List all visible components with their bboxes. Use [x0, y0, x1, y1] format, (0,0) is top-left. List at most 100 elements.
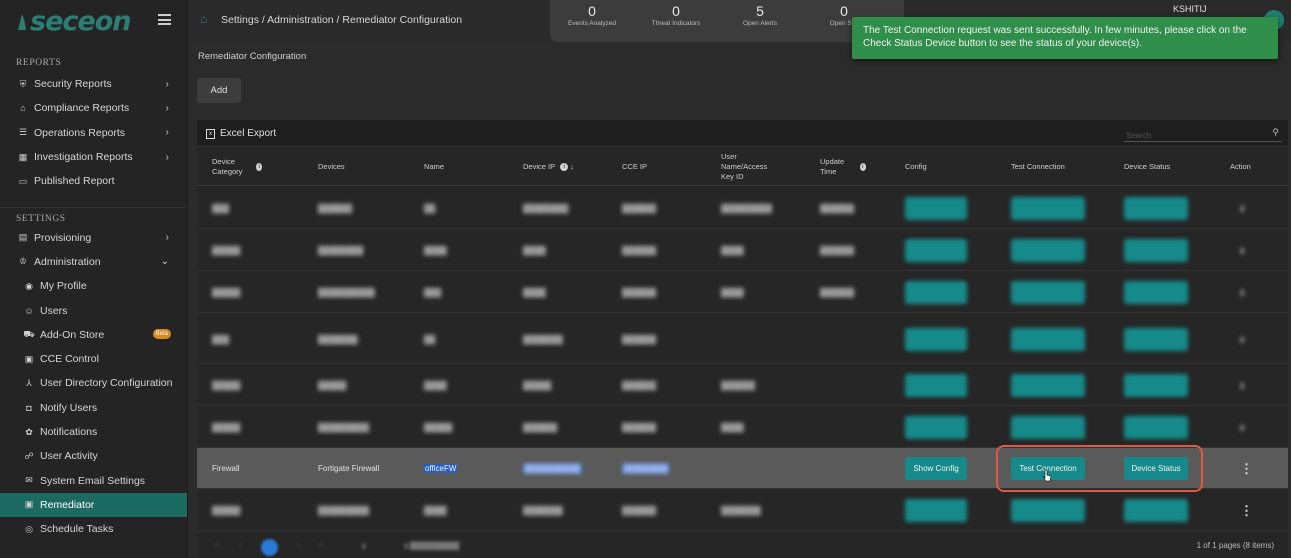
next-page-icon[interactable]: › [297, 542, 299, 549]
annotation-highlight [996, 445, 1203, 492]
table-row[interactable]: ███ ███████ ██ ███████ ██████ ▮ [197, 314, 1288, 364]
chevron-right-icon: › [165, 151, 169, 163]
device-status-button[interactable] [1124, 281, 1188, 304]
sidebar-item-schedule-tasks[interactable]: ◎ Schedule Tasks [0, 517, 187, 541]
table-row[interactable]: █████ █████████ ████ ███████ ██████ ████… [197, 490, 1288, 531]
table-row[interactable]: █████ ██████████ ███ ████ ██████ ████ ██… [197, 272, 1288, 313]
device-status-button[interactable] [1124, 239, 1188, 262]
home-icon[interactable]: ⌂ [200, 12, 212, 26]
sidebar-item-security-reports[interactable]: ⛨ Security Reports › [0, 72, 187, 96]
stat-value: 0 [672, 3, 680, 19]
sidebar-item-label: Compliance Reports [34, 102, 130, 115]
device-status-button[interactable] [1124, 499, 1188, 522]
device-status-button[interactable] [1124, 374, 1188, 397]
device-status-button[interactable] [1124, 416, 1188, 439]
search-input[interactable] [1124, 127, 1264, 144]
test-connection-button[interactable] [1011, 197, 1085, 220]
sidebar-item-notifications[interactable]: ✿ Notifications [0, 420, 187, 444]
excel-export-button[interactable]: x Excel Export [206, 128, 276, 139]
search-icon[interactable]: ⚲ [1272, 127, 1279, 138]
test-connection-button[interactable] [1011, 281, 1085, 304]
show-config-button[interactable]: Show Config [905, 457, 967, 480]
sidebar-item-provisioning[interactable]: ▤ Provisioning › [0, 225, 187, 249]
table-row[interactable]: █████ █████ ████ █████ ██████ ██████ ▮ [197, 365, 1288, 406]
sidebar-item-published-report[interactable]: ▭ Published Report [0, 169, 187, 193]
test-connection-button[interactable] [1011, 499, 1085, 522]
sidebar-item-cce-control[interactable]: ▣ CCE Control [0, 347, 187, 371]
cell-blurred: ████ [721, 423, 744, 432]
column-label: CCE IP [622, 162, 648, 171]
sidebar-item-operations-reports[interactable]: ☰ Operations Reports › [0, 121, 187, 145]
more-options-icon[interactable]: ⋮ [1240, 448, 1253, 489]
column-device-ip[interactable]: Device IP i ↓ [523, 148, 574, 186]
menu-toggle-icon[interactable] [158, 14, 171, 25]
column-cce-ip[interactable]: CCE IP [622, 148, 647, 186]
stat-open-alerts[interactable]: 5 Open Alerts [718, 0, 802, 42]
cell-name: officeFW [424, 464, 458, 473]
show-config-button[interactable] [905, 374, 967, 397]
stat-label: Events Analyzed [567, 20, 617, 27]
cell-device-ip: ██████████ [523, 464, 582, 473]
kebab-icon[interactable]: ▮ [1240, 407, 1244, 448]
prev-page-icon[interactable]: ‹ [239, 542, 241, 549]
sidebar-item-label: Provisioning [34, 231, 92, 244]
sidebar-item-my-profile[interactable]: ◉ My Profile [0, 274, 187, 298]
show-config-button[interactable] [905, 197, 967, 220]
column-update-time[interactable]: Update Time i [820, 148, 866, 186]
column-action[interactable]: Action [1230, 148, 1251, 186]
show-config-button[interactable] [905, 239, 967, 262]
sidebar-item-investigation-reports[interactable]: ▦ Investigation Reports › [0, 145, 187, 169]
table-row[interactable]: █████ ████████ ████ ████ ██████ ████ ███… [197, 230, 1288, 271]
device-status-button[interactable] [1124, 327, 1188, 351]
show-config-button[interactable] [905, 281, 967, 304]
page-1-button[interactable] [261, 539, 278, 556]
sidebar-item-system-email-settings[interactable]: ✉ System Email Settings [0, 468, 187, 492]
pagination: « ‹ › » ▮ ▮ ██████████ 1 of 1 pages (8 i… [197, 538, 1288, 558]
column-devices[interactable]: Devices [318, 148, 345, 186]
cell-blurred: █████ [424, 423, 453, 432]
sidebar-item-users[interactable]: ☺ Users [0, 298, 187, 322]
remediator-icon: ▣ [24, 499, 34, 510]
table-toolbar: x Excel Export ⚲ [197, 120, 1288, 147]
email-icon: ✉ [25, 475, 33, 486]
kebab-icon[interactable]: ▮ [1240, 314, 1244, 364]
kebab-icon[interactable]: ▮ [1240, 272, 1244, 313]
kebab-icon[interactable]: ▮ [1240, 230, 1244, 271]
test-connection-button[interactable] [1011, 239, 1085, 262]
sidebar-item-notify-users[interactable]: ◘ Notify Users [0, 396, 187, 420]
last-page-icon[interactable]: » [319, 542, 323, 549]
user-name[interactable]: KSHITIJ [1173, 4, 1207, 14]
stat-value: 0 [588, 3, 596, 19]
table-row[interactable]: ███ ██████ ██ ████████ ██████ █████████ … [197, 188, 1288, 229]
device-status-button[interactable] [1124, 197, 1188, 220]
column-test-connection[interactable]: Test Connection [1011, 148, 1065, 186]
test-connection-button[interactable] [1011, 416, 1085, 439]
page-size-select[interactable]: ▮ [362, 542, 366, 550]
test-connection-button[interactable] [1011, 374, 1085, 397]
stat-events-analyzed[interactable]: 0 Events Analyzed [550, 0, 634, 42]
show-config-button[interactable] [905, 327, 967, 351]
first-page-icon[interactable]: « [215, 542, 219, 549]
more-options-icon[interactable]: ⋮ [1240, 490, 1253, 531]
sidebar-item-compliance-reports[interactable]: ⌂ Compliance Reports › [0, 96, 187, 120]
sidebar-item-administration[interactable]: ♔ Administration ⌄ [0, 250, 187, 274]
stat-threat-indicators[interactable]: 0 Threat Indicators [634, 0, 718, 42]
show-config-button[interactable] [905, 499, 967, 522]
column-device-category[interactable]: Device Category i [212, 148, 262, 186]
show-config-button[interactable] [905, 416, 967, 439]
column-device-status[interactable]: Device Status [1124, 148, 1170, 186]
sidebar-item-add-on-store[interactable]: ⛟ Add-On Store Beta [0, 323, 187, 347]
test-connection-button[interactable] [1011, 327, 1085, 351]
column-user-name[interactable]: User Name/Access Key ID [721, 148, 781, 186]
table-row[interactable]: █████ █████████ █████ ██████ ██████ ████… [197, 407, 1288, 448]
stat-label: Open Alerts [743, 20, 777, 27]
kebab-icon[interactable]: ▮ [1240, 365, 1244, 406]
kebab-icon[interactable]: ▮ [1240, 188, 1244, 229]
column-config[interactable]: Config [905, 148, 927, 186]
success-toast[interactable]: The Test Connection request was sent suc… [852, 17, 1278, 59]
sidebar-item-remediator[interactable]: ▣ Remediator [0, 492, 187, 518]
column-name[interactable]: Name [424, 148, 444, 186]
sidebar-item-user-directory[interactable]: ⅄ User Directory Configuration [0, 371, 187, 395]
sidebar-item-user-activity[interactable]: ☍ User Activity [0, 444, 187, 468]
add-button[interactable]: Add [197, 78, 241, 103]
